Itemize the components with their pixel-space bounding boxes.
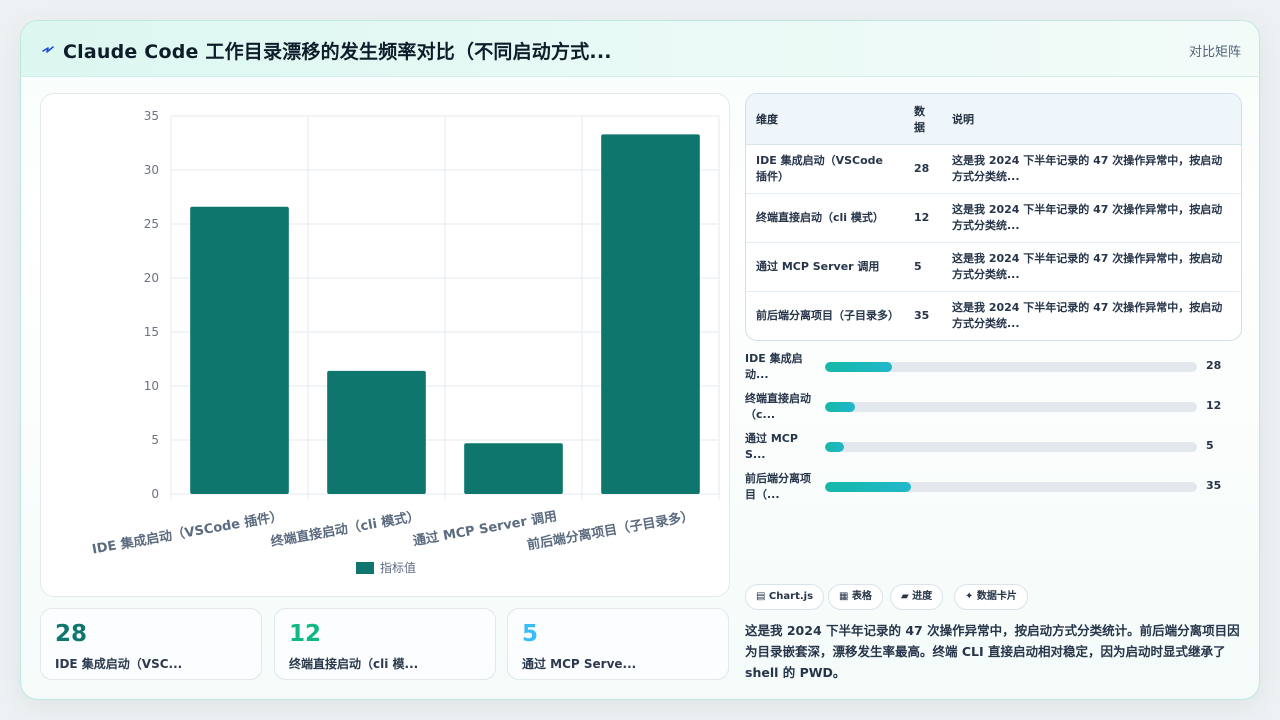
stat-value: 12 [289, 621, 322, 647]
y-tick-label: 35 [144, 109, 159, 123]
bar [327, 370, 426, 494]
progress-fill [825, 482, 911, 492]
stat-value: 28 [55, 621, 88, 647]
progress-row: 前后端分离项目（... 35 [745, 471, 1225, 505]
y-tick-label: 15 [144, 325, 159, 339]
chip-data-card[interactable]: ✦ 数据卡片 [954, 584, 1028, 610]
y-tick-label: 20 [144, 271, 159, 285]
card-header: Claude Code 工作目录漂移的发生频率对比（不同启动方式... 对比矩阵 [21, 21, 1259, 77]
table-cell-value: 28 [904, 144, 942, 194]
table-cell-description: 这是我 2024 下半年记录的 47 次操作异常中，按启动方式分类统... [942, 242, 1241, 292]
bar [190, 206, 289, 494]
progress-fill [825, 402, 855, 412]
y-tick-label: 25 [144, 217, 159, 231]
y-tick-label: 30 [144, 163, 159, 177]
page-title: Claude Code 工作目录漂移的发生频率对比（不同启动方式... [63, 41, 612, 63]
table-cell-dimension: 前后端分离项目（子目录多） [756, 308, 894, 322]
progress-value: 5 [1206, 439, 1214, 452]
y-tick-label: 0 [151, 487, 159, 501]
table-cell-description: 这是我 2024 下半年记录的 47 次操作异常中，按启动方式分类统... [952, 300, 1223, 330]
progress-track [825, 442, 1197, 452]
progress-label: IDE 集成启动... [745, 352, 803, 381]
stat-card: 12 终端直接启动（cli 模... [274, 608, 496, 680]
bar [464, 443, 563, 494]
progress-value: 12 [1206, 399, 1222, 412]
y-tick-label: 5 [151, 433, 159, 447]
legend-swatch [356, 562, 374, 574]
progress-label: 终端直接启动（c... [745, 392, 811, 421]
stat-value: 5 [522, 621, 539, 647]
table-cell-value: 35 [914, 308, 930, 322]
progress-track [825, 362, 1197, 372]
table-cell-value: 5 [904, 242, 942, 292]
progress-row: 通过 MCP S... 5 [745, 431, 1225, 465]
stat-label: 终端直接启动（cli 模... [289, 657, 419, 671]
table-row: 前后端分离项目（子目录多） 35 这是我 2024 下半年记录的 47 次操作异… [746, 291, 1241, 340]
table-cell-value: 12 [904, 193, 942, 243]
dashboard-card: Claude Code 工作目录漂移的发生频率对比（不同启动方式... 对比矩阵… [20, 20, 1260, 700]
stat-card: 28 IDE 集成启动（VSC... [40, 608, 262, 680]
table-header-data: 数据 [904, 94, 942, 145]
table-cell-dimension: 终端直接启动（cli 模式） [746, 193, 904, 243]
stat-label: 通过 MCP Serve... [522, 657, 637, 671]
table-header-description: 说明 [942, 94, 1241, 145]
bar-chart-panel: 0 5 10 15 20 25 30 35 IDE 集成启动（VSCode 插件） 终端直接启动（… [40, 93, 730, 597]
x-tick-label: 终端直接启动（cli 模式） [270, 508, 422, 550]
table-cell-dimension: IDE 集成启动（VSCode 插件） [746, 144, 904, 194]
progress-label: 前后端分离项目（... [745, 472, 811, 501]
stat-label: IDE 集成启动（VSC... [55, 657, 183, 671]
progress-value: 28 [1206, 359, 1222, 372]
progress-track [825, 402, 1197, 412]
lightning-icon [42, 46, 54, 53]
bar-chart: 0 5 10 15 20 25 30 35 IDE 集成启动（VSCode 插件）终端直接启动（… [91, 109, 720, 575]
progress-row: IDE 集成启动... 28 [745, 351, 1225, 385]
table-cell-description: 这是我 2024 下半年记录的 47 次操作异常中，按启动方式分类统... [942, 144, 1241, 194]
chip-progress[interactable]: ▰ 进度 [890, 584, 944, 610]
progress-fill [825, 442, 844, 452]
table-header-row: 维度 数据 说明 [746, 94, 1241, 145]
view-mode-label[interactable]: 对比矩阵 [1189, 41, 1241, 60]
y-tick-label: 10 [144, 379, 159, 393]
chip-chartjs[interactable]: ▤ Chart.js [745, 584, 825, 610]
comparison-table: 维度 数据 说明 IDE 集成启动（VSCode 插件） 28 这是我 2024… [745, 93, 1242, 341]
table-row: 终端直接启动（cli 模式） 12 这是我 2024 下半年记录的 47 次操作… [746, 193, 1241, 243]
progress-track [825, 482, 1197, 492]
table-row: 通过 MCP Server 调用 5 这是我 2024 下半年记录的 47 次操… [746, 242, 1241, 292]
table-row: IDE 集成启动（VSCode 插件） 28 这是我 2024 下半年记录的 4… [746, 144, 1241, 194]
progress-row: 终端直接启动（c... 12 [745, 391, 1225, 425]
description-note: 这是我 2024 下半年记录的 47 次操作异常中，按启动方式分类统计。前后端分… [745, 623, 1240, 680]
progress-label: 通过 MCP S... [745, 432, 798, 461]
progress-value: 35 [1206, 479, 1222, 492]
table-cell-dimension: 通过 MCP Server 调用 [746, 242, 904, 292]
bar [601, 134, 700, 495]
legend-label: 指标值 [380, 560, 416, 575]
table-header-dimension: 维度 [746, 94, 904, 145]
x-tick-label: IDE 集成启动（VSCode 插件） [91, 508, 284, 557]
progress-fill [825, 362, 892, 372]
stat-card: 5 通过 MCP Serve... [507, 608, 729, 680]
chip-table[interactable]: ▦ 表格 [828, 584, 883, 610]
table-cell-description: 这是我 2024 下半年记录的 47 次操作异常中，按启动方式分类统... [942, 193, 1241, 243]
